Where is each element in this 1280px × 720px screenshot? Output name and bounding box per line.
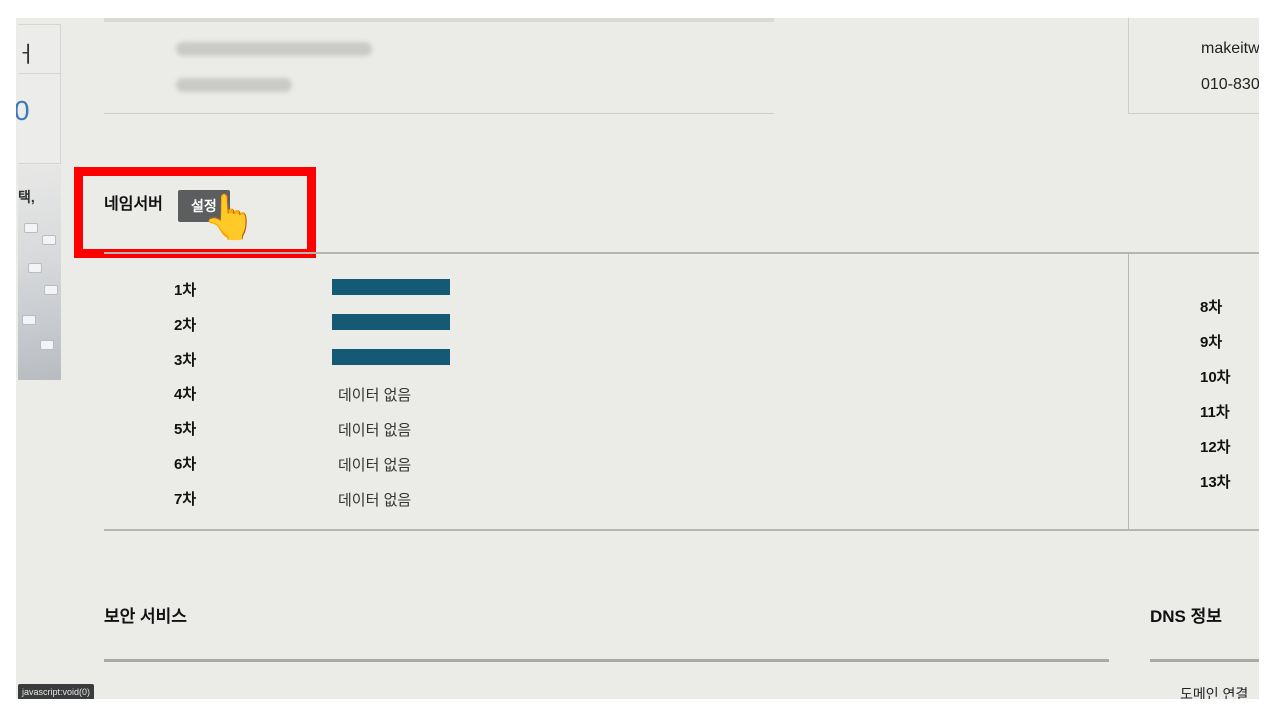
blurred-phone xyxy=(176,78,292,92)
nameserver-row-value: 데이터 없음 xyxy=(338,492,412,509)
nameserver-row-3: 3차 xyxy=(104,349,804,369)
admin-contact-block: makeitw 010-830 xyxy=(1128,18,1259,114)
divider xyxy=(104,18,774,22)
nameserver-row-11-label: 11차 xyxy=(1200,404,1230,421)
dns-info-title: DNS 정보 xyxy=(1150,607,1222,626)
banner-text: 택, xyxy=(18,189,35,205)
nameserver-row-8-label: 8차 xyxy=(1200,299,1223,316)
banner-key-decoration xyxy=(40,340,54,350)
nameserver-row-label: 2차 xyxy=(174,317,197,334)
banner-key-decoration xyxy=(42,235,56,245)
redacted-nameserver xyxy=(332,314,450,330)
left-ad-banner[interactable]: 택, xyxy=(18,165,61,380)
nameserver-row-label: 1차 xyxy=(174,282,197,299)
divider xyxy=(1128,254,1129,530)
nameserver-row-label: 4차 xyxy=(174,386,197,403)
divider xyxy=(104,659,1109,662)
security-service-title: 보안 서비스 xyxy=(104,607,187,626)
nameserver-row-10-label: 10차 xyxy=(1200,369,1231,386)
nameserver-row-value: 데이터 없음 xyxy=(338,422,412,439)
nameserver-row-label: 7차 xyxy=(174,491,197,508)
banner-key-decoration xyxy=(24,223,38,233)
banner-key-decoration xyxy=(22,315,36,325)
nameserver-row-value: 데이터 없음 xyxy=(338,387,412,404)
redacted-nameserver xyxy=(332,279,450,295)
highlight-annotation xyxy=(74,167,316,258)
nameserver-row-7: 7차 데이터 없음 xyxy=(104,488,804,509)
nameserver-row-6: 6차 데이터 없음 xyxy=(104,453,804,474)
nameserver-row-label: 6차 xyxy=(174,456,197,473)
banner-key-decoration xyxy=(28,263,42,273)
page-frame: ㅓ 0 택, makeitw 010-830 네임서버 설정 👆 1차 2차 3… xyxy=(16,18,1259,699)
nameserver-row-label: 5차 xyxy=(174,421,197,438)
nameserver-row-1: 1차 xyxy=(104,279,804,299)
nameserver-row-4: 4차 데이터 없음 xyxy=(104,383,804,404)
nameserver-row-2: 2차 xyxy=(104,314,804,334)
nameserver-row-5: 5차 데이터 없음 xyxy=(104,418,804,439)
link-preview-status: javascript:void(0) xyxy=(18,684,95,699)
domain-connect-link[interactable]: 도메인 연결 xyxy=(1180,684,1248,699)
divider xyxy=(104,529,1259,531)
blurred-email xyxy=(176,42,372,56)
divider xyxy=(104,252,1259,254)
admin-email: makeitw xyxy=(1201,40,1259,57)
divider xyxy=(1150,659,1259,662)
left-info-card: ㅓ 0 xyxy=(16,24,61,164)
left-card-count[interactable]: 0 xyxy=(16,95,30,127)
nameserver-row-9-label: 9차 xyxy=(1200,334,1223,351)
nameserver-row-13-label: 13차 xyxy=(1200,474,1231,491)
left-card-text: ㅓ xyxy=(16,42,37,67)
divider xyxy=(18,73,61,74)
owner-contact-block xyxy=(104,18,774,114)
nameserver-row-12-label: 12차 xyxy=(1200,439,1231,456)
redacted-nameserver xyxy=(332,349,450,365)
banner-key-decoration xyxy=(44,285,58,295)
nameserver-row-value: 데이터 없음 xyxy=(338,457,412,474)
nameserver-row-label: 3차 xyxy=(174,352,197,369)
pointing-hand-icon: 👆 xyxy=(202,193,257,242)
admin-phone: 010-830 xyxy=(1201,76,1259,93)
